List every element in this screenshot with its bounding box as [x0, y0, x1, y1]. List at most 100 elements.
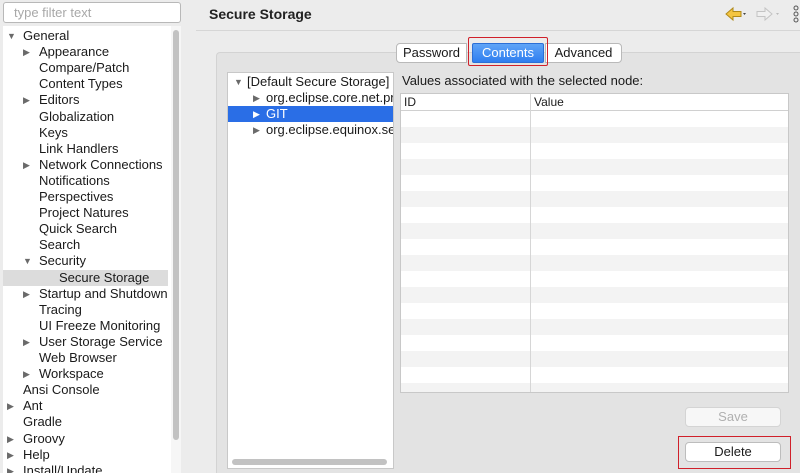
table-row: [401, 287, 788, 303]
expanded-arrow-icon[interactable]: ▼: [234, 74, 243, 90]
tree-item[interactable]: ▶ Appearance: [3, 44, 168, 60]
collapsed-arrow-icon[interactable]: ▶: [23, 44, 33, 60]
tree-item[interactable]: ▶ Help: [3, 447, 168, 463]
tree-item[interactable]: Notifications: [3, 173, 168, 189]
table-row: [401, 383, 788, 392]
collapsed-arrow-icon[interactable]: ▶: [23, 366, 33, 382]
values-label: Values associated with the selected node…: [402, 73, 644, 88]
node-tree-scrollbar-thumb[interactable]: [232, 459, 387, 465]
column-separator[interactable]: [530, 94, 531, 392]
tree-item-label: User Storage Service: [39, 333, 163, 349]
tree-item[interactable]: Content Types: [3, 76, 168, 92]
storage-node[interactable]: ▼ [Default Secure Storage]: [228, 74, 393, 90]
storage-node-label: org.eclipse.equinox.sec: [266, 122, 394, 137]
tree-item[interactable]: ▼ Security: [3, 253, 168, 269]
tree-item-label: Notifications: [39, 172, 110, 188]
collapsed-arrow-icon[interactable]: ▶: [253, 106, 260, 122]
tab-password[interactable]: Password: [396, 43, 467, 63]
tree-item-label: Ansi Console: [23, 382, 100, 398]
node-tree-scrollbar[interactable]: [229, 457, 392, 467]
view-menu-icon[interactable]: [792, 5, 800, 23]
tree-item[interactable]: Ansi Console: [3, 382, 168, 398]
tree-scrollbar[interactable]: [171, 26, 181, 473]
tree-item-label: Groovy: [23, 430, 65, 446]
tree-item[interactable]: Compare/Patch: [3, 60, 168, 76]
tree-item[interactable]: Perspectives: [3, 189, 168, 205]
storage-node[interactable]: ▶ org.eclipse.equinox.sec: [228, 122, 394, 138]
tree-item[interactable]: Web Browser: [3, 350, 168, 366]
back-arrow-icon[interactable]: [724, 5, 746, 23]
collapsed-arrow-icon[interactable]: ▶: [253, 122, 260, 138]
tree-item-label: Help: [23, 446, 50, 462]
tree-item-label: Editors: [39, 92, 80, 108]
tree-item-label: Tracing: [39, 301, 82, 317]
tree-item[interactable]: Keys: [3, 125, 168, 141]
storage-node-tree: ▼ [Default Secure Storage] ▶ org.eclipse.co…: [227, 72, 394, 469]
tree-item[interactable]: Globalization: [3, 109, 168, 125]
tree-item[interactable]: ▶ Startup and Shutdown: [3, 286, 168, 302]
tab-advanced[interactable]: Advanced: [545, 43, 622, 63]
table-row: [401, 351, 788, 367]
tree-item[interactable]: ▶ Editors: [3, 92, 168, 108]
values-table: ID Value: [400, 93, 789, 393]
collapsed-arrow-icon[interactable]: ▶: [7, 431, 17, 447]
collapsed-arrow-icon[interactable]: ▶: [23, 334, 33, 350]
tree-item-label: General: [23, 28, 70, 43]
tree-item[interactable]: ▶ Groovy: [3, 431, 168, 447]
table-row: [401, 191, 788, 207]
tree-item-label: Quick Search: [39, 221, 118, 237]
storage-node[interactable]: ▶ org.eclipse.core.net.pro: [228, 90, 393, 106]
page-title: Secure Storage: [209, 6, 312, 22]
collapsed-arrow-icon[interactable]: ▶: [23, 286, 33, 302]
column-header-value[interactable]: Value: [531, 94, 788, 111]
tree-item-label: Workspace: [39, 366, 104, 382]
tree-item[interactable]: Secure Storage: [3, 269, 168, 286]
preference-tree: ▼ General ▶ Appearance Compare/Patch Content …: [3, 26, 181, 473]
tree-item-label: Install/Update: [23, 462, 103, 473]
tree-item-label: Globalization: [39, 108, 115, 124]
storage-node-label: [Default Secure Storage]: [247, 74, 390, 89]
expanded-arrow-icon[interactable]: ▼: [23, 253, 33, 269]
tree-item-label: Web Browser: [39, 350, 117, 365]
tree-item[interactable]: ▶ Ant: [3, 398, 168, 414]
collapsed-arrow-icon[interactable]: ▶: [7, 398, 17, 414]
collapsed-arrow-icon[interactable]: ▶: [253, 90, 260, 106]
collapsed-arrow-icon[interactable]: ▶: [23, 157, 33, 173]
filter-input[interactable]: [3, 2, 181, 23]
save-button[interactable]: Save: [685, 407, 781, 427]
tree-item[interactable]: Gradle: [3, 414, 168, 430]
tree-item[interactable]: Search: [3, 237, 168, 253]
tree-item[interactable]: ▶ Network Connections: [3, 157, 168, 173]
preferences-sidebar: ▼General▶AppearanceCompare/PatchContent …: [0, 0, 183, 473]
tree-item[interactable]: Link Handlers: [3, 141, 168, 157]
tree-item[interactable]: ▼ General: [3, 28, 168, 44]
tree-item[interactable]: ▶ User Storage Service: [3, 334, 168, 350]
tree-item[interactable]: Project Natures: [3, 205, 168, 221]
tree-item[interactable]: ▶ Install/Update: [3, 463, 168, 473]
contents-tab-highlight: [468, 37, 548, 66]
forward-arrow-icon[interactable]: [756, 5, 782, 23]
history-nav: [724, 5, 800, 23]
tree-item-label: Appearance: [39, 44, 110, 60]
collapsed-arrow-icon[interactable]: ▶: [7, 463, 17, 473]
tree-item-label: Secure Storage: [59, 269, 150, 285]
collapsed-arrow-icon[interactable]: ▶: [7, 447, 17, 463]
table-row: [401, 127, 788, 143]
expanded-arrow-icon[interactable]: ▼: [7, 28, 17, 44]
tree-item[interactable]: Tracing: [3, 302, 168, 318]
storage-node[interactable]: ▶ GIT: [228, 106, 393, 122]
title-separator: [196, 30, 800, 31]
collapsed-arrow-icon[interactable]: ▶: [23, 92, 33, 108]
tree-item-label: Security: [39, 253, 86, 269]
tree-item-label: Startup and Shutdown: [39, 285, 168, 301]
table-row: [401, 255, 788, 271]
tree-item-label: Search: [39, 237, 81, 253]
column-header-id[interactable]: ID: [401, 94, 530, 111]
tree-item-label: Content Types: [39, 76, 123, 92]
delete-button-highlight: [678, 436, 791, 469]
tree-item[interactable]: Quick Search: [3, 221, 168, 237]
tree-item-label: Network Connections: [39, 156, 163, 172]
tree-item[interactable]: UI Freeze Monitoring: [3, 318, 168, 334]
tree-scrollbar-thumb[interactable]: [173, 30, 179, 440]
tree-item[interactable]: ▶ Workspace: [3, 366, 168, 382]
